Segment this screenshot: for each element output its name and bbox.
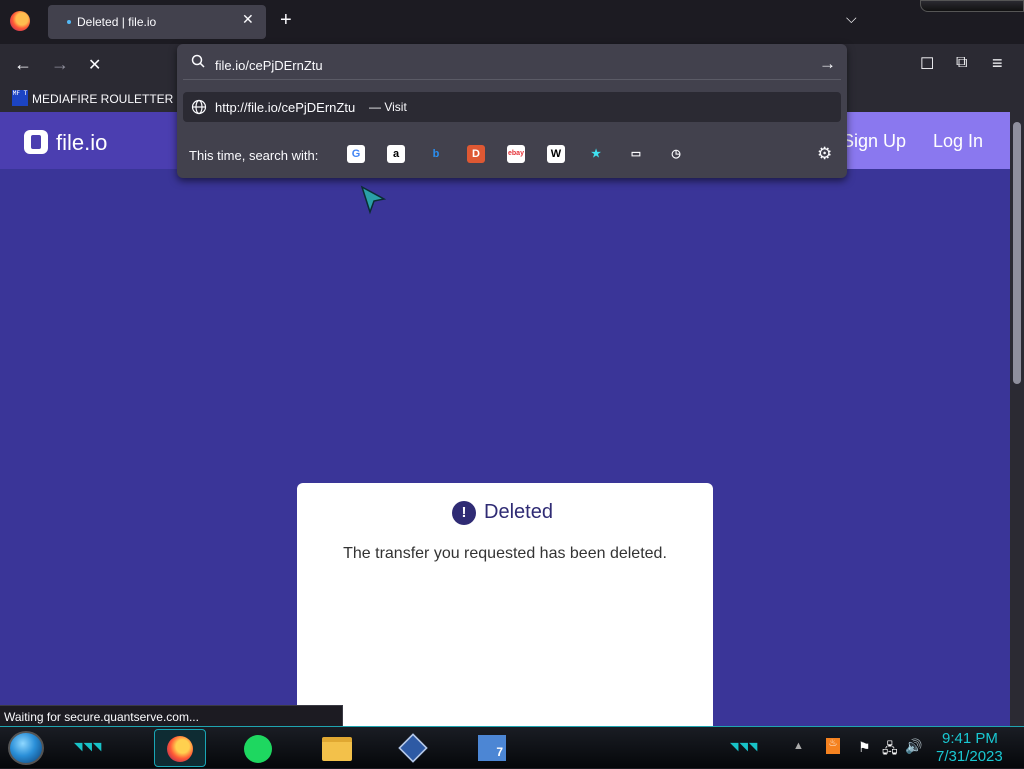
alert-icon: ! [452, 501, 476, 525]
taskbar-7zip[interactable]: 7 [464, 729, 516, 767]
spotify-icon [244, 735, 272, 763]
folder-icon [322, 737, 352, 761]
stop-button[interactable]: ✕ [88, 55, 101, 75]
history-icon[interactable]: ◷ [667, 145, 685, 163]
mouse-cursor-icon [360, 185, 387, 215]
back-button[interactable]: ← [14, 54, 32, 75]
tab-active[interactable]: Deleted | file.io ✕ [48, 5, 266, 39]
list-all-tabs-button[interactable]: ⌵ [846, 10, 857, 27]
google-icon[interactable]: G [347, 145, 365, 163]
duckduckgo-icon[interactable]: D [467, 145, 485, 163]
tab-loading-dot-icon [67, 20, 71, 24]
taskbar: ◥◥◥ 7 ◥◥◥ ▲ ♨ ⚑ 🖧 🔊 9:41 PM 7/31/2023 [0, 726, 1024, 768]
amazon-icon[interactable]: a [387, 145, 405, 163]
tab-title: Deleted | file.io [77, 15, 157, 29]
urlbar[interactable]: → [183, 48, 841, 80]
extensions-button[interactable]: ⧉ [956, 54, 967, 72]
page-viewport: file.io Sign Up Log In ! Deleted The tra… [0, 112, 1010, 726]
taskbar-firefox[interactable] [154, 729, 206, 767]
status-bar: Waiting for secure.quantserve.com... [0, 705, 343, 726]
clock-date[interactable]: 7/31/2023 [936, 748, 1003, 765]
log-in-link[interactable]: Log In [933, 131, 983, 152]
bookmarks-star-icon[interactable]: ★ [587, 145, 605, 163]
firefox-icon [167, 736, 193, 762]
scrollbar-thumb[interactable] [1013, 122, 1021, 384]
tab-strip: Deleted | file.io ✕ + ⌵ [0, 0, 1024, 44]
suggestion-url: http://file.io/cePjDErnZtu [215, 100, 356, 115]
taskbar-virtualbox[interactable] [386, 729, 438, 767]
visit-url-suggestion[interactable]: http://file.io/cePjDErnZtu — Visit [183, 92, 841, 122]
taskbar-spotify[interactable] [232, 729, 284, 767]
deleted-card: ! Deleted The transfer you requested has… [297, 483, 713, 726]
java-tray-icon[interactable]: ♨ [826, 738, 840, 754]
search-icon [191, 54, 205, 68]
search-settings-gear-icon[interactable]: ⚙ [817, 144, 832, 164]
go-arrow-icon[interactable]: → [819, 54, 836, 74]
firefox-logo-icon[interactable] [10, 11, 30, 31]
globe-icon [191, 99, 207, 115]
show-hidden-icons-icon[interactable]: ▲ [793, 740, 804, 752]
wikipedia-icon[interactable]: W [547, 145, 565, 163]
urlbar-dropdown: → http://file.io/cePjDErnZtu — Visit Thi… [177, 44, 847, 178]
virtualbox-icon [398, 733, 428, 763]
new-tab-button[interactable]: + [280, 9, 292, 32]
card-title: Deleted [484, 501, 553, 523]
clock-time[interactable]: 9:41 PM [942, 730, 998, 747]
taskbar-decoration: ◥◥◥ [74, 741, 103, 753]
network-icon[interactable]: 🖧 [882, 738, 898, 762]
tabs-icon[interactable]: ▭ [627, 145, 645, 163]
bing-icon[interactable]: b [427, 145, 445, 163]
start-button[interactable] [8, 731, 44, 765]
suggestion-action: — Visit [369, 100, 407, 114]
window-frame-decoration [920, 0, 1024, 12]
search-with-label: This time, search with: [189, 148, 319, 163]
mediafire-roulette-favicon-icon: MF T [12, 90, 28, 106]
site-logo-text[interactable]: file.io [56, 130, 107, 156]
card-message: The transfer you requested has been dele… [343, 545, 667, 562]
tab-close-button[interactable]: ✕ [242, 11, 254, 28]
page-scrollbar[interactable] [1010, 112, 1024, 726]
action-center-flag-icon[interactable]: ⚑ [858, 739, 871, 756]
forward-button[interactable]: → [51, 54, 69, 75]
bookmark-mediafire-roulette[interactable]: MEDIAFIRE ROULETTER [32, 92, 173, 106]
pocket-button[interactable]: ☐ [920, 54, 934, 74]
sign-up-link[interactable]: Sign Up [842, 131, 906, 152]
volume-icon[interactable]: 🔊 [905, 738, 922, 755]
fileio-logo-icon[interactable] [24, 130, 48, 154]
app-menu-button[interactable]: ≡ [992, 53, 1003, 74]
taskbar-decoration: ◥◥◥ [730, 741, 759, 753]
ebay-icon[interactable]: ebay [507, 145, 525, 163]
taskbar-file-explorer[interactable] [310, 729, 362, 767]
7zip-icon: 7 [478, 735, 506, 761]
status-text: Waiting for secure.quantserve.com... [4, 710, 199, 724]
url-input[interactable] [215, 58, 775, 73]
